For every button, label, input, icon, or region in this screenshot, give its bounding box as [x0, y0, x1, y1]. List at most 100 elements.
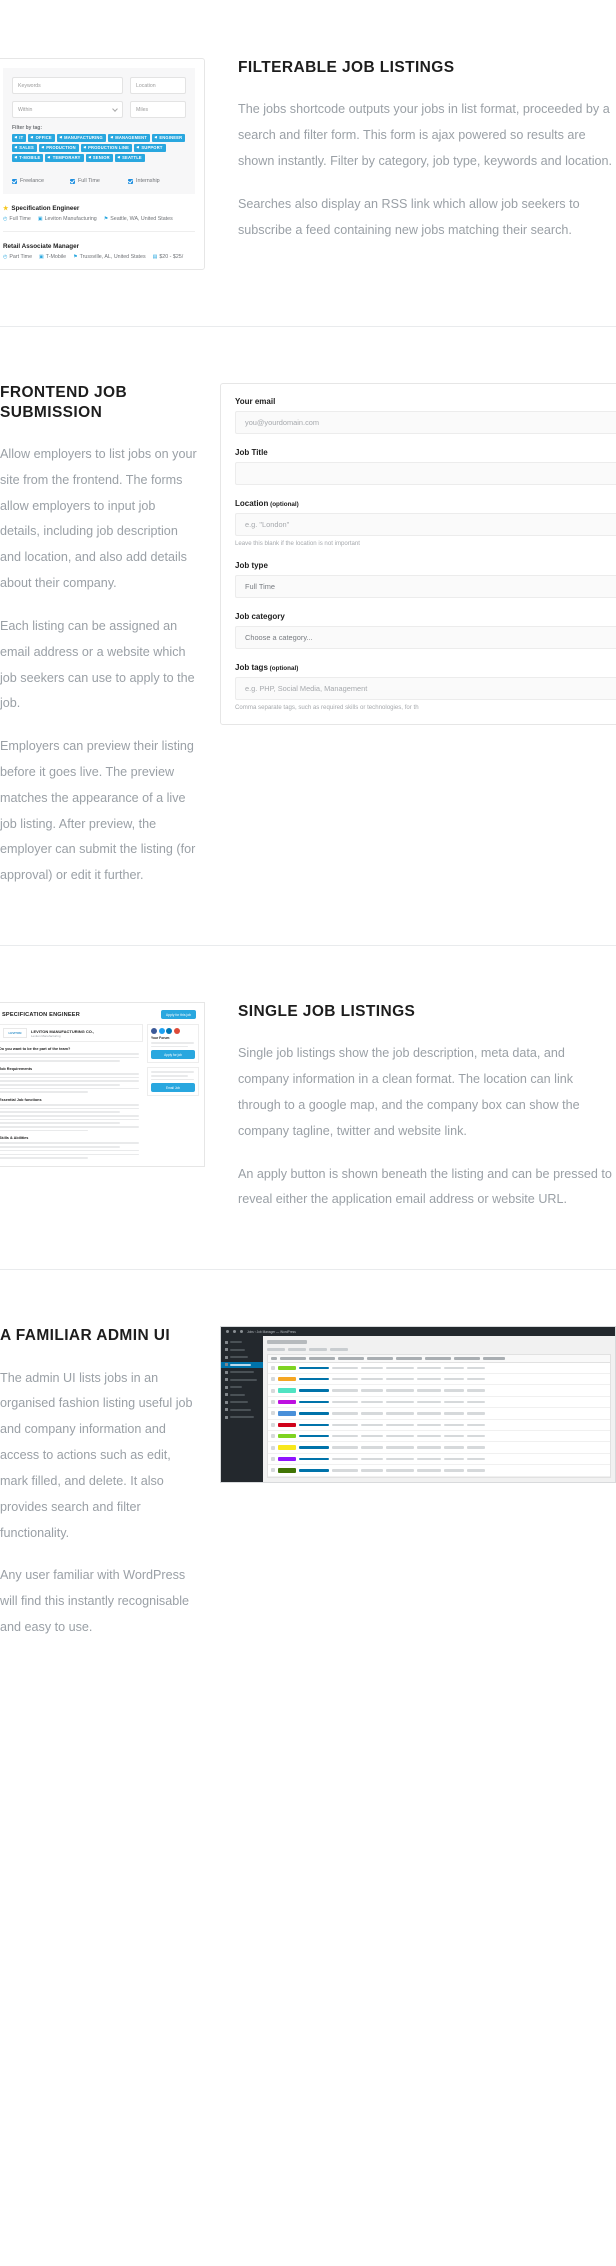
row-checkbox[interactable]: [271, 1445, 275, 1450]
tag-icon: ⚑: [14, 135, 18, 141]
tag-filter-chip[interactable]: ⚑ T-MOBILE: [12, 154, 44, 163]
job-type-filter[interactable]: Full Time: [70, 178, 128, 184]
apply-for-this-job-button[interactable]: Apply for this job: [160, 1010, 196, 1020]
sidebar-panel-title: Your Forum: [151, 1036, 170, 1041]
row-checkbox[interactable]: [271, 1456, 275, 1461]
table-row[interactable]: [268, 1442, 610, 1454]
tag-filter-chip[interactable]: ⚑ MANUFACTURING: [56, 134, 106, 143]
checkbox-checked-icon[interactable]: [70, 178, 75, 184]
row-checkbox[interactable]: [271, 1388, 275, 1393]
admin-tab[interactable]: [309, 1348, 327, 1352]
job-list-item[interactable]: Retail Associate Manager ◴ Part Time ▣ T-Mob…: [3, 232, 195, 269]
keywords-input[interactable]: Keywords: [12, 77, 123, 94]
job-type-filter[interactable]: Freelance: [12, 178, 70, 184]
tag-filter-chip[interactable]: ⚑ MANAGEMENT: [107, 134, 151, 143]
table-row[interactable]: [268, 1420, 610, 1432]
admin-sidebar-item[interactable]: [221, 1339, 263, 1345]
checkbox-checked-icon[interactable]: [128, 178, 133, 184]
admin-sidebar-item[interactable]: [221, 1399, 263, 1405]
admin-tab[interactable]: [267, 1348, 285, 1352]
admin-column-header[interactable]: [280, 1357, 306, 1360]
row-checkbox[interactable]: [271, 1468, 275, 1473]
admin-sidebar-item[interactable]: [221, 1407, 263, 1413]
tag-filter-chip[interactable]: ⚑ SEATTLE: [114, 154, 145, 163]
job-meta: ◴ Part Time ▣ T-Mobile ⚑ Trussville, AL, Unit…: [3, 254, 195, 260]
clock-icon: ◴: [3, 215, 8, 222]
featured-star-icon: ★: [3, 205, 9, 212]
table-row[interactable]: [268, 1363, 610, 1375]
tag-filter-chip[interactable]: ⚑ PRODUCTION: [38, 144, 79, 153]
table-row[interactable]: [268, 1408, 610, 1420]
location-input[interactable]: Location: [130, 77, 186, 94]
job-title-text: Retail Associate Manager: [3, 243, 80, 251]
admin-column-header[interactable]: [396, 1357, 422, 1360]
admin-sidebar-item[interactable]: [221, 1369, 263, 1375]
section-familiar-admin-ui: A FAMILIAR ADMIN UI The admin UI lists j…: [0, 1326, 616, 1641]
field-input[interactable]: Choose a category...: [235, 626, 616, 650]
admin-sidebar-item[interactable]: [221, 1377, 263, 1383]
checkbox-checked-icon[interactable]: [12, 178, 17, 184]
admin-filter-tabs[interactable]: [267, 1348, 611, 1352]
admin-page-title: [267, 1340, 307, 1345]
row-checkbox[interactable]: [271, 1434, 275, 1439]
field-input[interactable]: you@yourdomain.com: [235, 411, 616, 435]
admin-tab[interactable]: [288, 1348, 306, 1352]
job-meta-item: ⚑ Seattle, WA, United States: [104, 216, 173, 222]
top-spacer: [0, 0, 616, 58]
field-input[interactable]: e.g. "London": [235, 513, 616, 537]
admin-sidebar-item[interactable]: [221, 1384, 263, 1390]
admin-sidebar-item[interactable]: [221, 1347, 263, 1353]
tag-filter-chip[interactable]: ⚑ OFFICE: [28, 134, 55, 143]
job-meta-item: ▣ Leviton Manufacturing: [38, 216, 97, 222]
admin-tab[interactable]: [330, 1348, 348, 1352]
field-input[interactable]: e.g. PHP, Social Media, Management: [235, 677, 616, 701]
admin-column-header[interactable]: [367, 1357, 393, 1360]
facebook-icon[interactable]: [151, 1028, 157, 1035]
admin-column-header[interactable]: [483, 1357, 505, 1360]
twitter-icon[interactable]: [158, 1028, 165, 1035]
paragraph: The admin UI lists jobs in an organised …: [0, 1370, 193, 1540]
admin-sidebar-item[interactable]: [221, 1392, 263, 1398]
row-checkbox[interactable]: [271, 1377, 275, 1382]
email-job-button[interactable]: Email Job: [151, 1083, 195, 1093]
row-checkbox[interactable]: [271, 1422, 275, 1427]
row-checkbox[interactable]: [271, 1365, 275, 1370]
admin-sidebar-item[interactable]: [221, 1354, 263, 1360]
row-checkbox[interactable]: [271, 1400, 275, 1405]
within-select[interactable]: Within: [12, 101, 123, 118]
job-type-filter[interactable]: Internship: [128, 178, 186, 184]
field-value: e.g. PHP, Social Media, Management: [245, 684, 368, 694]
table-row[interactable]: [268, 1454, 610, 1466]
tag-filter-chip[interactable]: ⚑ IT: [12, 134, 27, 143]
tag-filter-chip[interactable]: ⚑ TEMPORARY: [45, 154, 84, 163]
row-checkbox[interactable]: [271, 1411, 275, 1416]
table-cell: [332, 1423, 358, 1427]
table-cell: [444, 1435, 464, 1438]
table-row[interactable]: [268, 1431, 610, 1443]
tag-filter-chip[interactable]: ⚑ SENIOR: [85, 154, 113, 163]
admin-column-header[interactable]: [271, 1357, 277, 1360]
miles-input[interactable]: Miles: [130, 101, 186, 118]
admin-column-header[interactable]: [454, 1357, 480, 1360]
admin-sidebar-item[interactable]: [221, 1414, 263, 1420]
table-row[interactable]: [268, 1397, 610, 1409]
apply-for-job-button[interactable]: Apply for job: [151, 1050, 195, 1060]
tag-label: OFFICE: [35, 135, 52, 140]
tag-filter-chip[interactable]: ⚑ SUPPORT: [134, 144, 166, 153]
tag-filter-chip[interactable]: ⚑ ENGINEER: [152, 134, 186, 143]
admin-column-header[interactable]: [338, 1357, 364, 1360]
table-row[interactable]: [268, 1385, 610, 1397]
table-row[interactable]: [268, 1374, 610, 1386]
admin-sidebar-item[interactable]: [221, 1361, 263, 1368]
tag-filter-chip[interactable]: ⚑ SALES: [12, 144, 37, 153]
google-plus-icon[interactable]: [173, 1028, 180, 1035]
table-row[interactable]: [268, 1465, 610, 1477]
social-share-icons[interactable]: [151, 1028, 195, 1035]
admin-column-header[interactable]: [425, 1357, 451, 1360]
field-input[interactable]: [235, 462, 616, 486]
linkedin-icon[interactable]: [166, 1028, 172, 1035]
admin-column-header[interactable]: [309, 1357, 335, 1360]
tag-filter-chip[interactable]: ⚑ PRODUCTION LINE: [80, 144, 133, 153]
field-input[interactable]: Full Time: [235, 575, 616, 599]
job-list-item[interactable]: ★ Specification Engineer ◴ Full Time ▣ Levito…: [3, 194, 195, 233]
